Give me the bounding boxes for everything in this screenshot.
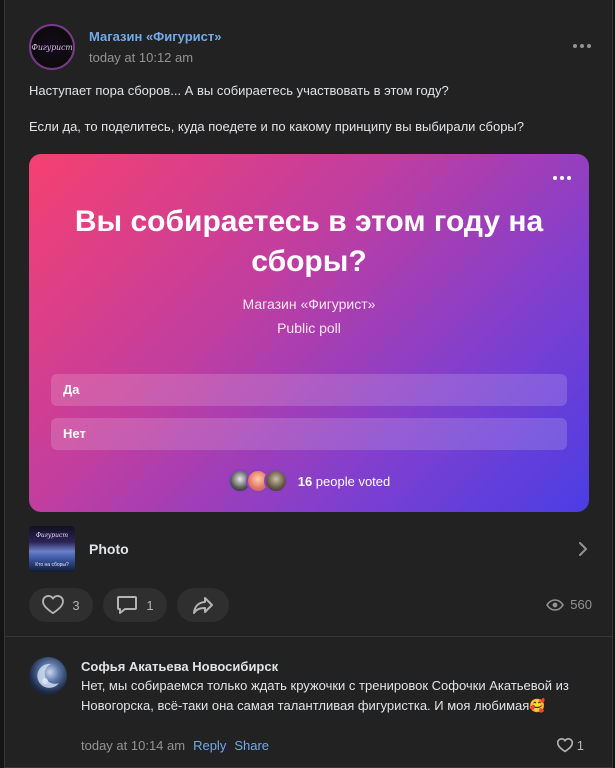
post-text-line: Наступает пора сборов... А вы собираетес… <box>29 83 449 98</box>
moon-icon <box>37 663 59 688</box>
comment-count: 1 <box>146 597 154 613</box>
eye-icon <box>546 598 565 611</box>
like-button[interactable]: 3 <box>29 588 93 622</box>
share-icon <box>193 597 213 614</box>
comment-icon <box>117 596 138 614</box>
poll-more-icon[interactable] <box>553 176 571 180</box>
post-actions: 3 1 560 <box>29 588 594 622</box>
comment-like-button[interactable]: 1 <box>556 738 584 753</box>
reply-link[interactable]: Reply <box>193 738 226 753</box>
post-time[interactable]: today at 10:12 am <box>89 50 193 65</box>
comment-author[interactable]: Софья Акатьева Новосибирск <box>81 659 278 674</box>
poll-card: Вы собираетесь в этом году на сборы? Маг… <box>29 154 589 512</box>
avatar-logo-text: Фигурист <box>31 42 73 52</box>
voters-suffix: people voted <box>312 473 391 489</box>
chevron-right-icon <box>579 542 587 556</box>
photo-attachment[interactable]: Фигурист Кто на сборы? Photo <box>29 526 594 574</box>
attachment-label: Photo <box>89 541 129 557</box>
poll-voters[interactable]: 16 people voted <box>29 468 589 494</box>
poll-option-yes[interactable]: Да <box>51 374 567 406</box>
post-text: Наступает пора сборов... А вы собираетес… <box>29 82 594 154</box>
poll-owner[interactable]: Магазин «Фигурист» <box>29 296 589 312</box>
comment-text: Нет, мы собираемся только ждать кружочки… <box>81 678 569 713</box>
heart-icon <box>42 595 65 615</box>
divider <box>5 636 612 637</box>
community-avatar[interactable]: Фигурист <box>29 24 75 70</box>
voters-count-text: 16 people voted <box>298 474 391 489</box>
voter-avatar <box>263 469 288 493</box>
comment-like-count: 1 <box>576 738 584 753</box>
post-text-line: Если да, то поделитесь, куда поедете и п… <box>29 119 525 134</box>
poll-type: Public poll <box>277 320 341 336</box>
photo-thumbnail[interactable]: Фигурист Кто на сборы? <box>29 526 75 572</box>
post-card: Фигурист Магазин «Фигурист» today at 10:… <box>4 0 613 768</box>
poll-option-no[interactable]: Нет <box>51 418 567 450</box>
thumbnail-caption: Кто на сборы? <box>35 562 69 568</box>
voters-count: 16 <box>297 473 313 489</box>
post-author[interactable]: Магазин «Фигурист» <box>89 29 222 44</box>
views-counter: 560 <box>546 597 592 612</box>
thumbnail-logo: Фигурист <box>35 532 69 539</box>
share-button[interactable] <box>177 588 229 622</box>
comment-time[interactable]: today at 10:14 am <box>81 738 185 753</box>
post-header: Фигурист Магазин «Фигурист» today at 10:… <box>29 24 594 72</box>
voter-avatars <box>227 469 288 493</box>
heart-icon <box>556 738 573 753</box>
share-link[interactable]: Share <box>234 738 269 753</box>
views-count: 560 <box>570 597 592 612</box>
comment-meta: today at 10:14 am Reply Share <box>81 738 269 753</box>
like-count: 3 <box>72 597 80 613</box>
more-options-icon[interactable] <box>570 38 594 54</box>
commenter-avatar[interactable] <box>29 657 67 695</box>
comment-button[interactable]: 1 <box>103 588 167 622</box>
poll-question: Вы собираетесь в этом году на сборы? <box>74 205 544 278</box>
